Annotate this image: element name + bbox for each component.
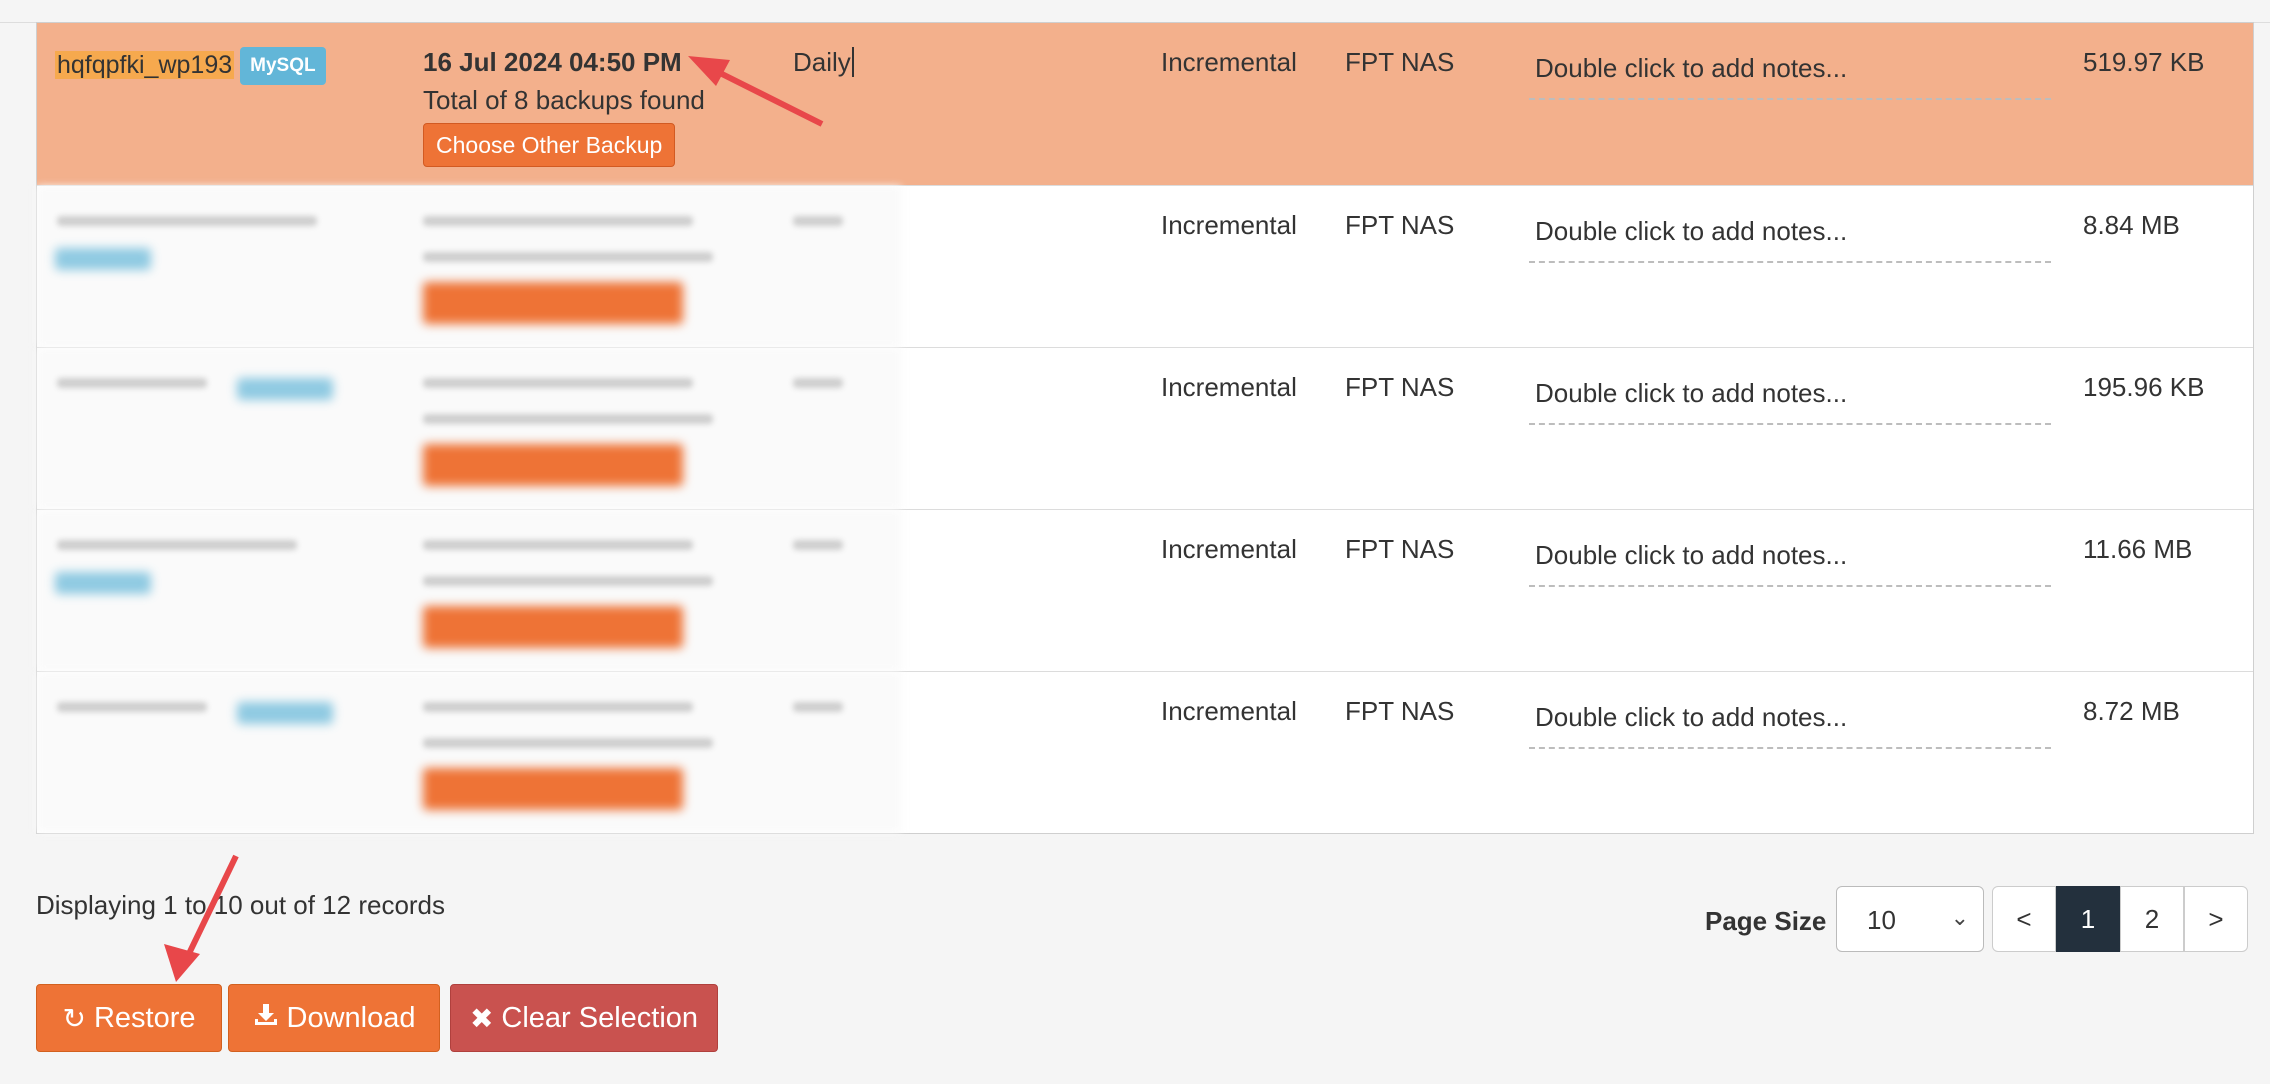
prev-page-button[interactable]: < — [1992, 886, 2056, 952]
storage-location: FPT NAS — [1345, 47, 1455, 77]
arrow-head-restore — [164, 944, 200, 982]
download-button[interactable]: Download — [228, 984, 440, 1052]
redacted-name — [57, 378, 207, 388]
backup-size: 519.97 KB — [2083, 47, 2205, 77]
backup-name-cell: hqfqpfki_wp193 MySQL — [55, 47, 326, 85]
table-top-edge — [0, 0, 2270, 23]
redacted-name — [57, 540, 297, 550]
download-icon — [253, 1002, 279, 1035]
restore-button[interactable]: ↻ Restore — [36, 984, 222, 1052]
text-cursor — [851, 47, 854, 77]
choose-other-backup-button[interactable]: Choose Other Backup — [423, 123, 676, 167]
redacted-name — [57, 216, 317, 226]
page-1-button[interactable]: 1 — [2056, 886, 2120, 952]
redacted-date — [423, 378, 693, 388]
clear-selection-button[interactable]: ✖ Clear Selection — [450, 984, 718, 1052]
redacted-count — [423, 576, 713, 586]
next-page-button[interactable]: > — [2184, 886, 2248, 952]
backup-type: Incremental — [1161, 534, 1297, 564]
backup-type: Incremental — [1161, 372, 1297, 402]
table-row[interactable]: Incremental FPT NAS Double click to add … — [37, 185, 2253, 347]
download-label: Download — [286, 1001, 416, 1034]
table-row[interactable]: Incremental FPT NAS Double click to add … — [37, 509, 2253, 671]
refresh-icon: ↻ — [62, 1002, 86, 1034]
backup-name[interactable]: hqfqpfki_wp193 — [55, 51, 235, 79]
redacted-frequency — [793, 378, 843, 388]
notes-field[interactable]: Double click to add notes... — [1529, 206, 2051, 263]
backup-size: 11.66 MB — [2083, 534, 2193, 564]
backup-type: Incremental — [1161, 47, 1297, 77]
notes-field[interactable]: Double click to add notes... — [1529, 43, 2051, 100]
table-row[interactable]: Incremental FPT NAS Double click to add … — [37, 347, 2253, 509]
clear-selection-label: Clear Selection — [501, 1001, 699, 1034]
table-row-selected[interactable]: hqfqpfki_wp193 MySQL 16 Jul 2024 04:50 PM… — [37, 23, 2253, 185]
backup-size: 195.96 KB — [2083, 372, 2205, 402]
notes-field[interactable]: Double click to add notes... — [1529, 692, 2051, 749]
redacted-date — [423, 216, 693, 226]
notes-field[interactable]: Double click to add notes... — [1529, 530, 2051, 587]
redacted-badge — [237, 702, 333, 724]
notes-field[interactable]: Double click to add notes... — [1529, 368, 2051, 425]
restore-label: Restore — [93, 1001, 196, 1034]
storage-location: FPT NAS — [1345, 696, 1455, 726]
backup-size: 8.84 MB — [2083, 210, 2180, 240]
storage-location: FPT NAS — [1345, 534, 1455, 564]
storage-location: FPT NAS — [1345, 210, 1455, 240]
redacted-button — [423, 282, 683, 324]
redacted-frequency — [793, 702, 843, 712]
redacted-date — [423, 702, 693, 712]
pagination: < 1 2 > — [1992, 886, 2248, 952]
frequency-label: Daily — [793, 47, 851, 77]
redacted-badge — [237, 378, 333, 400]
redacted-frequency — [793, 540, 843, 550]
redacted-name — [57, 702, 207, 712]
redacted-count — [423, 252, 713, 262]
backup-date-cell: 16 Jul 2024 04:50 PM Total of 8 backups … — [423, 47, 705, 167]
redacted-badge — [55, 572, 151, 594]
chevron-down-icon: ⌄ — [1950, 905, 1969, 930]
table-row[interactable]: Incremental FPT NAS Double click to add … — [37, 671, 2253, 833]
redacted-date — [423, 540, 693, 550]
records-summary: Displaying 1 to 10 out of 12 records — [36, 890, 446, 920]
redacted-button — [423, 768, 683, 810]
redacted-button — [423, 444, 683, 486]
storage-location: FPT NAS — [1345, 372, 1455, 402]
backup-count: Total of 8 backups found — [423, 85, 705, 115]
redacted-frequency — [793, 216, 843, 226]
page-size-value: 10 — [1867, 905, 1896, 935]
backup-table: hqfqpfki_wp193 MySQL 16 Jul 2024 04:50 PM… — [36, 22, 2254, 834]
frequency: Daily — [793, 47, 854, 77]
backup-size: 8.72 MB — [2083, 696, 2180, 726]
backup-type: Incremental — [1161, 210, 1297, 240]
page-2-button[interactable]: 2 — [2120, 886, 2184, 952]
mysql-badge: MySQL — [240, 47, 326, 85]
redacted-count — [423, 414, 713, 424]
redacted-count — [423, 738, 713, 748]
close-icon: ✖ — [469, 1002, 494, 1034]
page-size-select[interactable]: 10 ⌄ — [1836, 886, 1984, 952]
backup-date: 16 Jul 2024 04:50 PM — [423, 47, 682, 77]
page-size-label: Page Size — [1705, 906, 1827, 936]
redacted-button — [423, 606, 683, 648]
redacted-badge — [55, 248, 151, 270]
backup-type: Incremental — [1161, 696, 1297, 726]
